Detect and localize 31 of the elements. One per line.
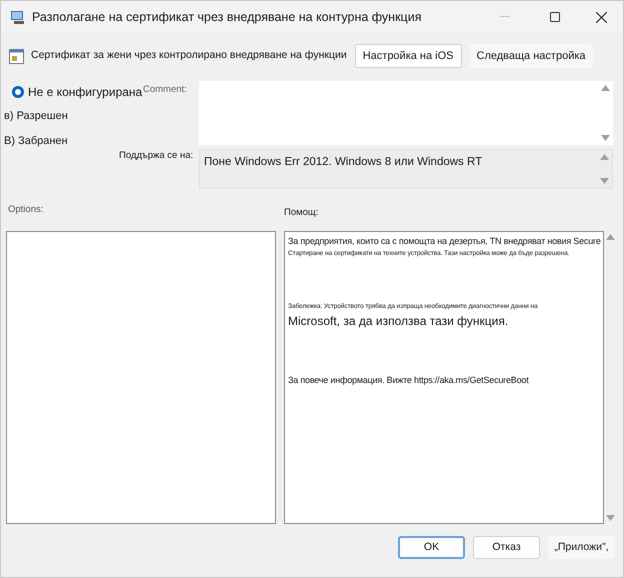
- window-title: Разполагане на сертификат чрез внедряване на контурна функция: [32, 8, 422, 26]
- dialog-button[interactable]: OK: [398, 536, 465, 559]
- scroll-up-icon[interactable]: [600, 154, 609, 160]
- scroll-down-icon[interactable]: [601, 135, 610, 141]
- scroll-down-icon[interactable]: [600, 178, 609, 184]
- setting-button[interactable]: Настройка на iOS: [354, 44, 462, 68]
- supported-text: Поне Windows Err 2012. Windows 8 или Windows RT: [204, 155, 482, 170]
- radio-label[interactable]: Не е конфигурирана: [28, 82, 142, 100]
- setting-button[interactable]: Следваща настройка: [470, 44, 593, 68]
- scroll-up-icon[interactable]: [606, 234, 614, 240]
- radio-button[interactable]: [12, 86, 24, 98]
- dialog-button[interactable]: „Приложи",: [548, 536, 615, 559]
- help-text: За предприятия, които са с помощта на дезертья, TN внедряват новия Secure: [288, 235, 601, 248]
- help-text: За повече информация. Вижте https://aka.ms/GetSecureBoot: [288, 374, 529, 388]
- help-label: Помощ:: [284, 206, 318, 220]
- minimize-icon[interactable]: [500, 16, 510, 18]
- supported-label: Поддържа се на:: [119, 149, 194, 163]
- maximize-icon[interactable]: [550, 12, 560, 22]
- help-text: Microsoft, за да използва тази функция.: [288, 313, 508, 330]
- computer-icon: [10, 9, 26, 25]
- close-icon[interactable]: [596, 12, 607, 22]
- comment-field[interactable]: [199, 81, 613, 145]
- dialog-button[interactable]: Отказ: [473, 536, 540, 559]
- scroll-up-icon[interactable]: [601, 85, 610, 91]
- radio-option[interactable]: В) Забранен: [4, 133, 68, 150]
- options-label: Options:: [7, 203, 44, 217]
- scroll-down-icon[interactable]: [606, 515, 614, 521]
- comment-label: Comment:: [143, 83, 188, 97]
- settings-window-icon: [9, 48, 24, 64]
- policy-name: Сертификат за жени чрез контролирано внедряване на функции: [31, 48, 347, 64]
- radio-option[interactable]: в) Разрешен: [4, 108, 68, 125]
